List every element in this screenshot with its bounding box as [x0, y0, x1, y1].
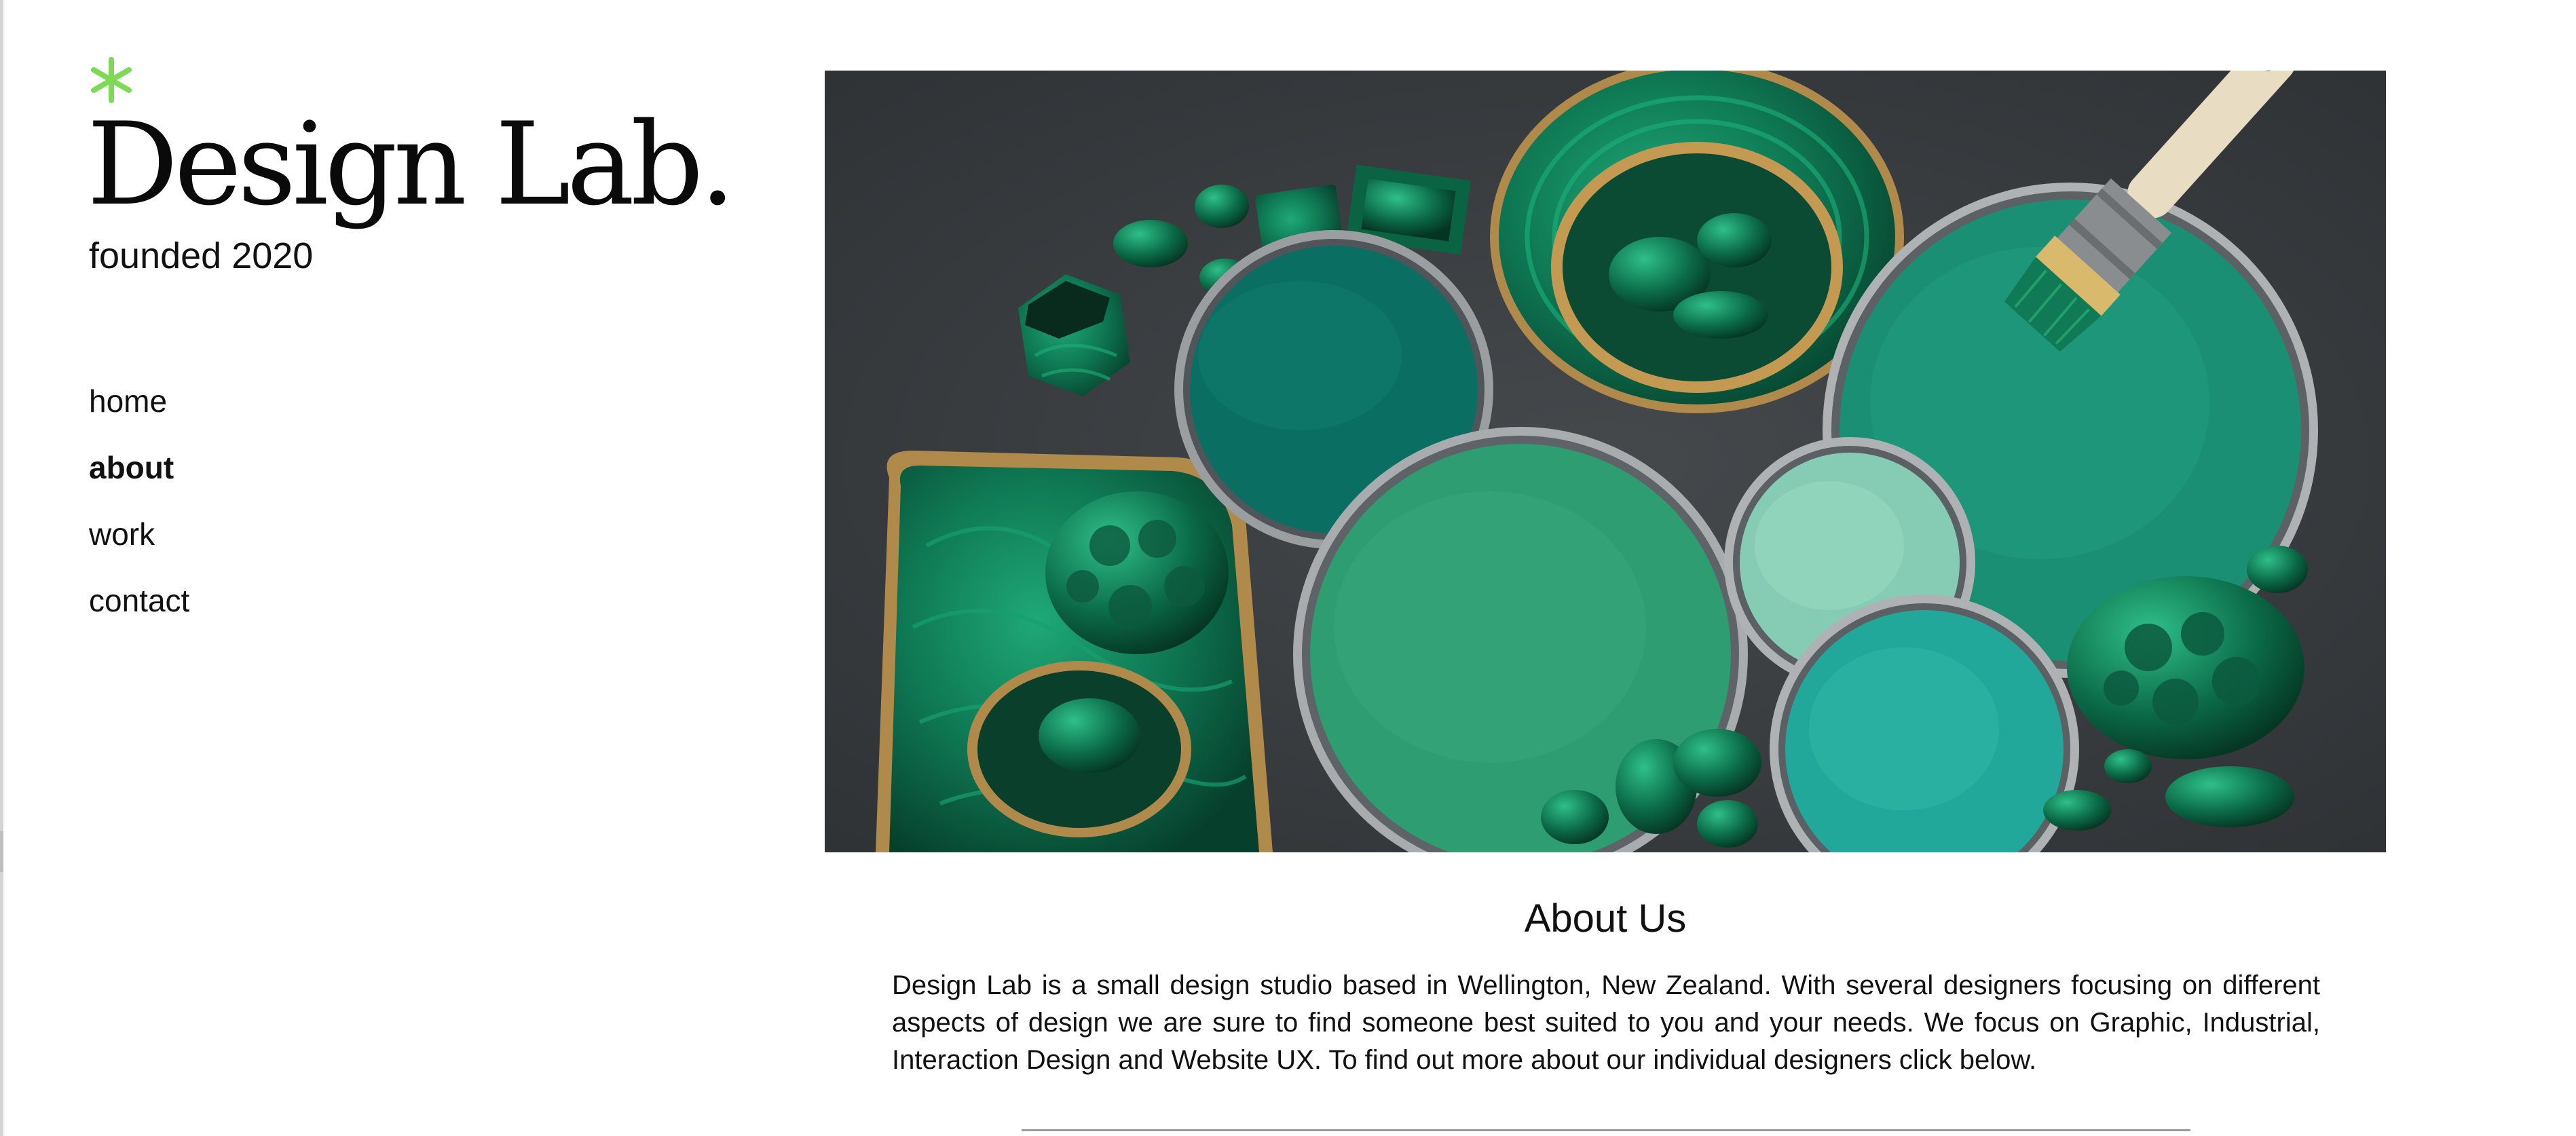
about-heading: About Us — [1524, 896, 1687, 941]
about-body-text: Design Lab is a small design studio base… — [892, 970, 2320, 1075]
window-left-edge — [0, 0, 3, 1136]
section-divider — [1022, 1129, 2190, 1131]
main-nav: home about work contact — [89, 380, 189, 646]
nav-item-about[interactable]: about — [89, 447, 189, 513]
nav-item-home[interactable]: home — [89, 380, 189, 447]
nav-item-contact[interactable]: contact — [89, 580, 189, 646]
hero-image — [825, 71, 2386, 852]
nav-item-work[interactable]: work — [89, 513, 189, 580]
site-title[interactable]: Design Lab. — [87, 107, 736, 221]
site-tagline: founded 2020 — [89, 235, 314, 276]
window-edge-handle — [0, 831, 3, 872]
